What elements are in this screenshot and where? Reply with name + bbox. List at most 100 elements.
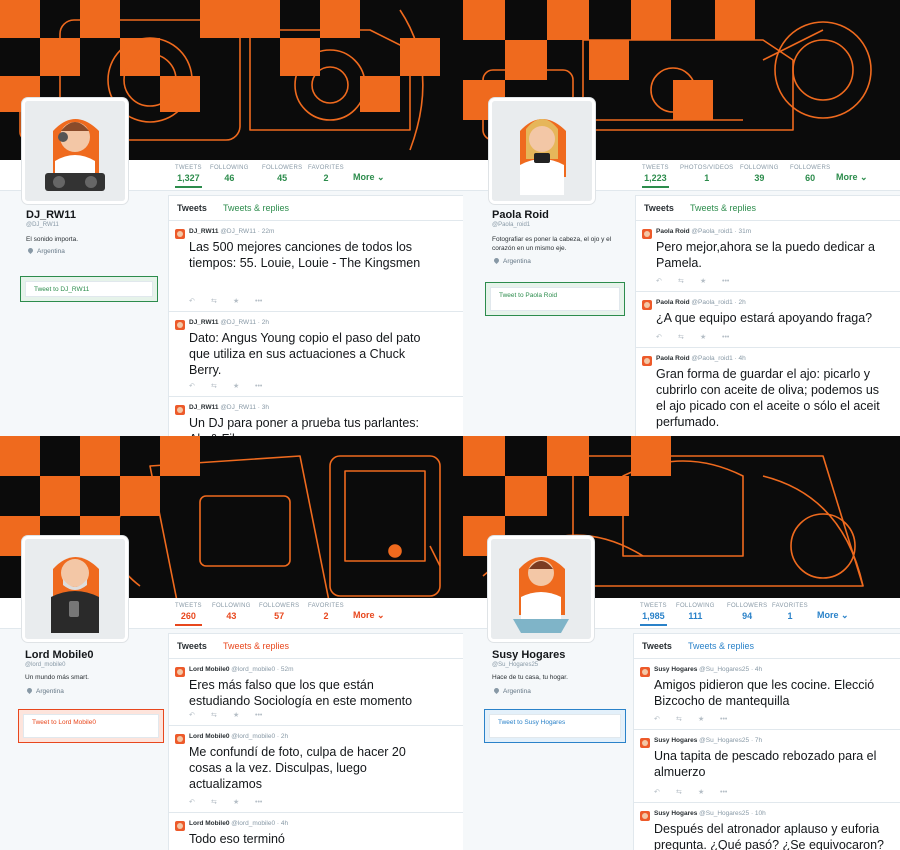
- tweet-timestamp[interactable]: 22m: [262, 228, 275, 235]
- stat-photosvideos[interactable]: PHOTOS/VIDEOS 1: [680, 165, 733, 183]
- tweet-author-name[interactable]: DJ_RW11: [189, 404, 219, 411]
- retweet-icon[interactable]: ⇆: [678, 333, 700, 341]
- more-icon[interactable]: •••: [722, 334, 744, 341]
- tweet-avatar-icon[interactable]: [640, 811, 650, 821]
- profile-name[interactable]: Lord Mobile0: [25, 649, 93, 661]
- more-menu-button[interactable]: More ⌄: [353, 610, 385, 621]
- tweet-timestamp[interactable]: 2h: [281, 733, 288, 740]
- stat-following[interactable]: FOLLOWING 39: [740, 165, 779, 183]
- tweet-avatar-icon[interactable]: [640, 738, 650, 748]
- stat-favorites[interactable]: FAVORITES 2: [308, 165, 344, 183]
- retweet-icon[interactable]: ⇆: [676, 715, 698, 723]
- favorite-icon[interactable]: ★: [233, 711, 255, 719]
- more-icon[interactable]: •••: [255, 712, 277, 719]
- tweet-to-input[interactable]: Tweet to Lord Mobile0: [23, 714, 159, 738]
- tweet-item[interactable]: Lord Mobile0 @lord_mobile0 · 2h Me confun…: [169, 726, 463, 813]
- tweet-avatar-icon[interactable]: [642, 300, 652, 310]
- tweet-to-input[interactable]: Tweet to Susy Hogares: [489, 714, 621, 738]
- tweet-author-name[interactable]: DJ_RW11: [189, 228, 219, 235]
- tweet-timestamp[interactable]: 52m: [281, 666, 294, 673]
- stat-followers[interactable]: FOLLOWERS 57: [259, 603, 299, 621]
- reply-icon[interactable]: ↶: [189, 711, 211, 719]
- retweet-icon[interactable]: ⇆: [211, 297, 233, 305]
- stat-tweets[interactable]: TWEETS 1,223: [642, 165, 669, 188]
- tweet-to-input[interactable]: Tweet to DJ_RW11: [25, 281, 153, 297]
- housewife-avatar-icon[interactable]: [488, 536, 594, 642]
- tweet-author-name[interactable]: Susy Hogares: [654, 737, 697, 744]
- tweet-item[interactable]: Lord Mobile0 @lord_mobile0 · 52m Eres más…: [169, 659, 463, 726]
- stat-followers[interactable]: FOLLOWERS 94: [727, 603, 767, 621]
- favorite-icon[interactable]: ★: [700, 277, 722, 285]
- stat-followers[interactable]: FOLLOWERS 45: [262, 165, 302, 183]
- favorite-icon[interactable]: ★: [233, 798, 255, 806]
- tweet-timestamp[interactable]: 4h: [738, 355, 745, 362]
- tweet-author-name[interactable]: Lord Mobile0: [189, 666, 229, 673]
- stat-tweets[interactable]: TWEETS 1,985: [640, 603, 667, 626]
- tweet-to-box[interactable]: Tweet to DJ_RW11: [20, 276, 158, 302]
- tweet-timestamp[interactable]: 7h: [755, 737, 762, 744]
- dj-avatar-icon[interactable]: [22, 98, 128, 204]
- tweet-item[interactable]: Susy Hogares @Su_Hogares25 · 10h Después …: [634, 803, 900, 850]
- tweet-avatar-icon[interactable]: [175, 405, 185, 415]
- tweet-item[interactable]: Paola Roid @Paola_roid1 · 31m Pero mejor,…: [636, 221, 900, 292]
- tweet-item[interactable]: DJ_RW11 @DJ_RW11 · 22m Las 500 mejores ca…: [169, 221, 463, 312]
- profile-name[interactable]: Susy Hogares: [492, 649, 565, 661]
- retweet-icon[interactable]: ⇆: [211, 711, 233, 719]
- tweet-to-box[interactable]: Tweet to Paola Roid: [485, 282, 625, 316]
- retweet-icon[interactable]: ⇆: [678, 277, 700, 285]
- profile-name[interactable]: DJ_RW11: [26, 209, 76, 221]
- retweet-icon[interactable]: ⇆: [676, 788, 698, 796]
- tab-tweets-replies[interactable]: Tweets & replies: [223, 641, 289, 651]
- more-icon[interactable]: •••: [720, 789, 742, 796]
- tweet-author-name[interactable]: Lord Mobile0: [189, 733, 229, 740]
- tweet-item[interactable]: Susy Hogares @Su_Hogares25 · 4h Amigos pi…: [634, 659, 900, 730]
- tweet-item[interactable]: Paola Roid @Paola_roid1 · 2h ¿A que equip…: [636, 292, 900, 348]
- tab-tweets[interactable]: Tweets: [177, 203, 207, 213]
- tab-tweets-replies[interactable]: Tweets & replies: [690, 203, 756, 213]
- tweet-timestamp[interactable]: 2h: [738, 299, 745, 306]
- tweet-item[interactable]: Paola Roid @Paola_roid1 · 4h Gran forma d…: [636, 348, 900, 436]
- favorite-icon[interactable]: ★: [233, 297, 255, 305]
- stat-favorites[interactable]: FAVORITES 1: [772, 603, 808, 621]
- tweet-timestamp[interactable]: 10h: [755, 810, 766, 817]
- profile-handle[interactable]: @Paola_roid1: [492, 222, 530, 228]
- stat-favorites[interactable]: FAVORITES 2: [308, 603, 344, 621]
- tweet-author-name[interactable]: Paola Roid: [656, 355, 690, 362]
- tweet-item[interactable]: Susy Hogares @Su_Hogares25 · 7h Una tapit…: [634, 730, 900, 803]
- tweet-item[interactable]: Lord Mobile0 @lord_mobile0 · 4h Todo eso …: [169, 813, 463, 850]
- reply-icon[interactable]: ↶: [189, 382, 211, 390]
- tweet-timestamp[interactable]: 4h: [281, 820, 288, 827]
- tweet-avatar-icon[interactable]: [175, 229, 185, 239]
- more-menu-button[interactable]: More ⌄: [836, 172, 868, 183]
- stat-followers[interactable]: FOLLOWERS 60: [790, 165, 830, 183]
- favorite-icon[interactable]: ★: [698, 788, 720, 796]
- more-icon[interactable]: •••: [722, 278, 744, 285]
- stat-following[interactable]: FOLLOWING 46: [210, 165, 249, 183]
- tweet-avatar-icon[interactable]: [175, 320, 185, 330]
- tweet-avatar-icon[interactable]: [175, 667, 185, 677]
- tweet-item[interactable]: DJ_RW11 @DJ_RW11 · 2h Dato: Angus Young c…: [169, 312, 463, 397]
- old-man-avatar-icon[interactable]: [22, 536, 128, 642]
- tweet-timestamp[interactable]: 2h: [262, 319, 269, 326]
- tab-tweets[interactable]: Tweets: [642, 641, 672, 651]
- reply-icon[interactable]: ↶: [656, 277, 678, 285]
- profile-handle[interactable]: @lord_mobile0: [25, 662, 65, 668]
- retweet-icon[interactable]: ⇆: [211, 798, 233, 806]
- tweet-avatar-icon[interactable]: [642, 356, 652, 366]
- stat-following[interactable]: FOLLOWING 111: [676, 603, 715, 621]
- tweet-author-name[interactable]: Paola Roid: [656, 228, 690, 235]
- reply-icon[interactable]: ↶: [654, 715, 676, 723]
- profile-name[interactable]: Paola Roid: [492, 209, 549, 221]
- stat-tweets[interactable]: TWEETS 1,327: [175, 165, 202, 188]
- tweet-author-name[interactable]: Paola Roid: [656, 299, 690, 306]
- tweet-author-name[interactable]: Susy Hogares: [654, 666, 697, 673]
- more-menu-button[interactable]: More ⌄: [353, 172, 385, 183]
- tweet-timestamp[interactable]: 31m: [738, 228, 751, 235]
- tweet-item[interactable]: DJ_RW11 @DJ_RW11 · 3h Un DJ para poner a …: [169, 397, 463, 436]
- favorite-icon[interactable]: ★: [700, 333, 722, 341]
- more-icon[interactable]: •••: [255, 383, 277, 390]
- tweet-timestamp[interactable]: 3h: [262, 404, 269, 411]
- tab-tweets[interactable]: Tweets: [644, 203, 674, 213]
- tweet-avatar-icon[interactable]: [175, 734, 185, 744]
- tweet-avatar-icon[interactable]: [640, 667, 650, 677]
